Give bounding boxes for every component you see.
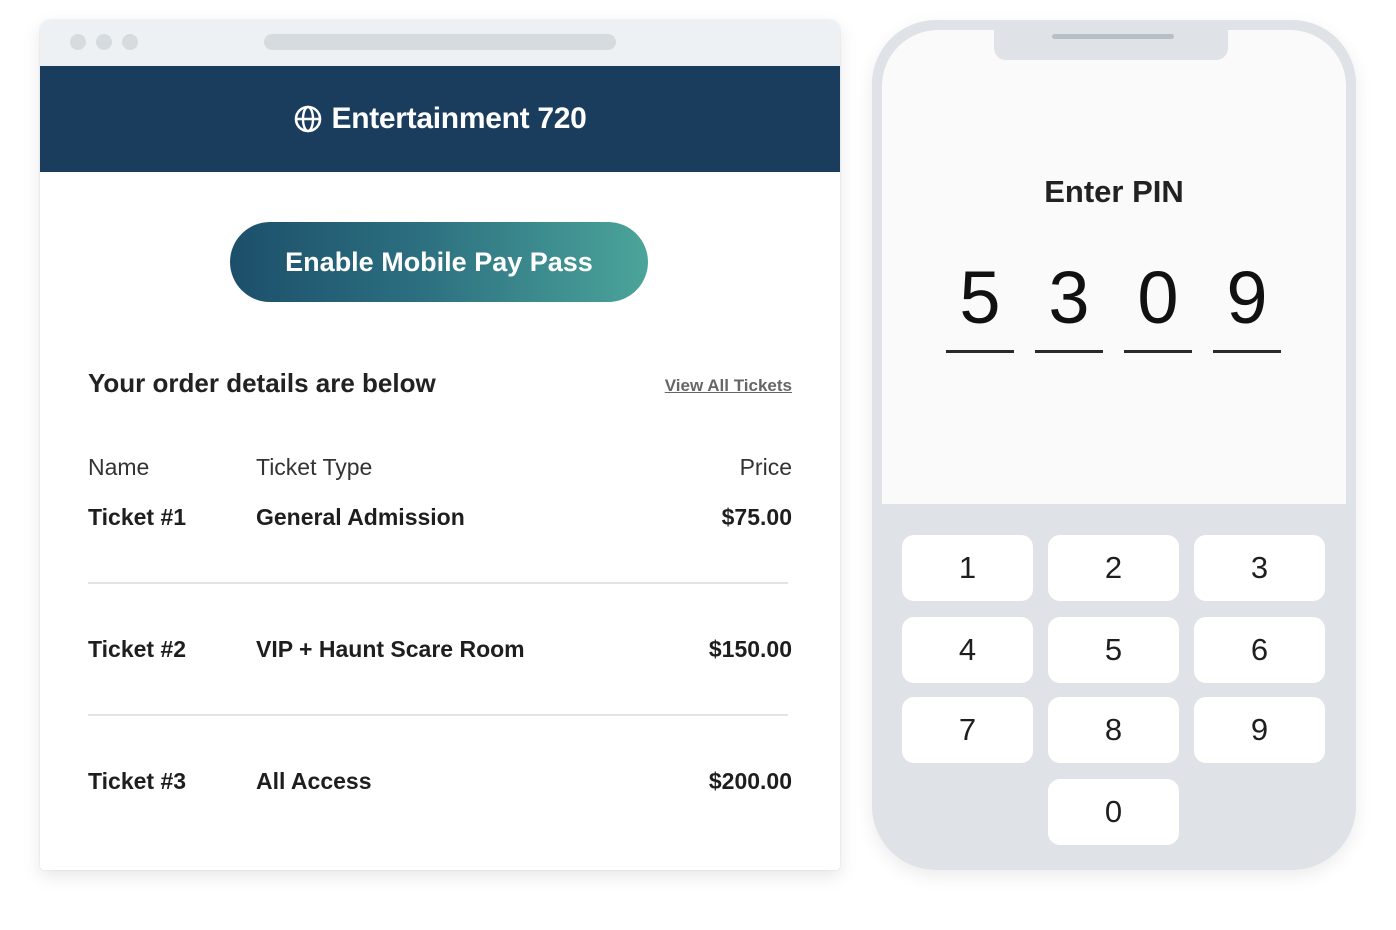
browser-chrome — [40, 20, 840, 66]
phone-device: Enter PIN 5 3 0 9 1 2 3 4 5 6 7 8 9 0 — [872, 20, 1356, 870]
window-dot-maximize[interactable] — [122, 34, 138, 50]
pin-digit: 0 — [1137, 256, 1179, 339]
keypad-key-7[interactable]: 7 — [902, 697, 1033, 763]
table-row: Ticket #3 All Access $200.00 — [40, 768, 840, 808]
pin-underline — [1124, 350, 1192, 353]
order-details-heading: Your order details are below — [88, 368, 436, 398]
column-header-ticket-type: Ticket Type — [256, 454, 373, 480]
keypad-key-2[interactable]: 2 — [1048, 535, 1179, 601]
keypad-key-6[interactable]: 6 — [1194, 617, 1325, 683]
pin-digit: 5 — [959, 256, 1001, 339]
keypad-key-8[interactable]: 8 — [1048, 697, 1179, 763]
window-dot-close[interactable] — [70, 34, 86, 50]
address-bar[interactable] — [264, 34, 616, 50]
ticket-type: All Access — [256, 768, 372, 794]
ticket-price: $75.00 — [721, 504, 792, 530]
brand: Entertainment 720 — [294, 102, 587, 136]
pin-digit: 9 — [1226, 256, 1268, 339]
column-header-name: Name — [88, 454, 150, 480]
keypad-key-0[interactable]: 0 — [1048, 779, 1179, 845]
keypad-key-9[interactable]: 9 — [1194, 697, 1325, 763]
globe-icon — [294, 105, 321, 133]
window-dot-minimize[interactable] — [96, 34, 112, 50]
keypad-key-5[interactable]: 5 — [1048, 617, 1179, 683]
email-window: Entertainment 720 Enable Mobile Pay Pass… — [40, 20, 840, 870]
pin-title: Enter PIN — [1044, 174, 1184, 209]
phone-notch — [994, 30, 1228, 60]
email-header-banner: Entertainment 720 — [40, 66, 840, 172]
row-divider — [88, 714, 788, 716]
pin-underline — [1035, 350, 1103, 353]
ticket-type: General Admission — [256, 504, 465, 530]
brand-title: Entertainment 720 — [331, 102, 587, 135]
view-all-tickets-link[interactable]: View All Tickets — [665, 376, 792, 396]
ticket-name: Ticket #3 — [88, 768, 187, 794]
pin-underline — [946, 350, 1014, 353]
ticket-name: Ticket #2 — [88, 636, 187, 662]
keypad-key-1[interactable]: 1 — [902, 535, 1033, 601]
ticket-name: Ticket #1 — [88, 504, 187, 530]
table-row: Ticket #1 General Admission $75.00 — [40, 504, 840, 544]
ticket-type: VIP + Haunt Scare Room — [256, 636, 525, 662]
pin-digit: 3 — [1048, 256, 1090, 339]
table-row: Ticket #2 VIP + Haunt Scare Room $150.00 — [40, 636, 840, 676]
row-divider — [88, 582, 788, 584]
column-header-price: Price — [739, 454, 792, 480]
enable-mobile-pay-pass-button[interactable]: Enable Mobile Pay Pass — [230, 222, 648, 302]
keypad-key-4[interactable]: 4 — [902, 617, 1033, 683]
keypad-key-3[interactable]: 3 — [1194, 535, 1325, 601]
pin-screen: Enter PIN 5 3 0 9 — [882, 30, 1346, 504]
ticket-price: $150.00 — [708, 636, 792, 662]
ticket-price: $200.00 — [708, 768, 792, 794]
speaker-grille — [1052, 34, 1174, 39]
pin-underline — [1213, 350, 1281, 353]
